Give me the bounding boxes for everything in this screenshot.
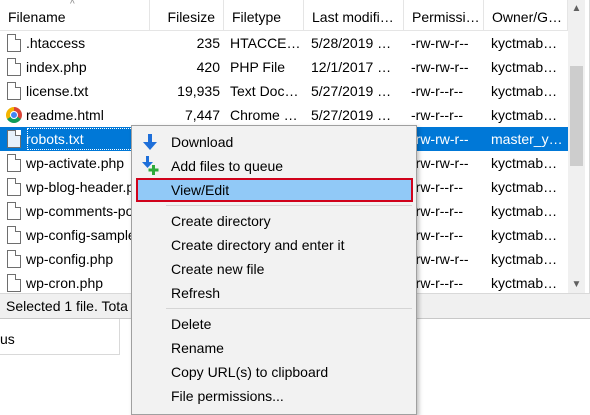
download-icon: [143, 134, 157, 150]
column-header-owner-group[interactable]: Owner/G…: [484, 0, 568, 31]
menu-item-label: Create new file: [171, 261, 265, 277]
menu-item-label: Rename: [171, 340, 224, 356]
file-permissions: -rw-r--r--: [411, 83, 464, 99]
scrollbar-thumb[interactable]: [570, 66, 583, 166]
menu-item-label: File permissions...: [171, 388, 284, 404]
menu-item-label: Add files to queue: [171, 158, 284, 174]
file-icon: [7, 202, 21, 220]
file-list-header: Filename ^ Filesize Filetype Last modifi……: [0, 0, 568, 31]
menu-item-label: Copy URL(s) to clipboard: [171, 364, 329, 380]
file-permissions: -rw-rw-r--: [411, 251, 469, 267]
column-header-filename[interactable]: Filename ^: [0, 0, 150, 31]
file-modified: 12/1/2017 …: [311, 59, 392, 75]
file-permissions: -rw-rw-r--: [411, 155, 469, 171]
context-menu: Download Add files to queue View/Edit Creat…: [131, 125, 417, 415]
menu-item-delete[interactable]: Delete: [135, 312, 413, 336]
column-header-filename-label: Filename: [8, 9, 66, 25]
column-header-filetype[interactable]: Filetype: [224, 0, 304, 31]
file-permissions: -rw-r--r--: [411, 227, 464, 243]
file-row[interactable]: .htaccess 235 HTACCE… 5/28/2019 … -rw-rw-r--…: [0, 31, 568, 55]
file-owner: master_y…: [491, 131, 563, 147]
file-permissions: -rw-r--r--: [411, 203, 464, 219]
file-modified: 5/27/2019 …: [311, 83, 392, 99]
file-type: HTACCE…: [230, 35, 301, 51]
file-row[interactable]: readme.html 7,447 Chrome … 5/27/2019 … -rw-r…: [0, 103, 568, 127]
scroll-up-arrow-icon[interactable]: ▲: [568, 0, 585, 17]
file-icon: [7, 34, 21, 52]
menu-item-label: Delete: [171, 316, 212, 332]
menu-item-copy-url-s-to-clipboard[interactable]: Copy URL(s) to clipboard: [135, 360, 413, 384]
file-permissions: -rw-rw-r--: [411, 131, 469, 147]
menu-item-label: Create directory: [171, 213, 271, 229]
menu-item-rename[interactable]: Rename: [135, 336, 413, 360]
file-row[interactable]: index.php 420 PHP File 12/1/2017 … -rw-rw-r-…: [0, 55, 568, 79]
file-icon: [7, 58, 21, 76]
menu-item-download[interactable]: Download: [135, 130, 413, 154]
file-size: 235: [196, 35, 220, 51]
menu-item-refresh[interactable]: Refresh: [135, 281, 413, 305]
file-type: PHP File: [230, 59, 285, 75]
file-name: .htaccess: [26, 35, 86, 51]
status-text: Selected 1 file. Tota: [6, 298, 128, 314]
file-row[interactable]: license.txt 19,935 Text Doc… 5/27/2019 … -rw…: [0, 79, 568, 103]
file-owner: kyctmab…: [491, 227, 558, 243]
chrome-icon: [6, 107, 22, 123]
file-size: 19,935: [177, 83, 220, 99]
queue-status-text: us: [0, 331, 15, 347]
file-permissions: -rw-rw-r--: [411, 59, 469, 75]
file-icon: [7, 226, 21, 244]
file-owner: kyctmab…: [491, 107, 558, 123]
menu-item-label: View/Edit: [171, 182, 230, 198]
queue-column-cell: us: [0, 319, 120, 355]
file-owner: kyctmab…: [491, 35, 558, 51]
file-permissions: -rw-r--r--: [411, 275, 464, 291]
menu-item-label: Refresh: [171, 285, 221, 301]
menu-item-add-files-to-queue[interactable]: Add files to queue: [135, 154, 413, 178]
file-type: Chrome …: [230, 107, 298, 123]
menu-item-create-directory-and-enter-it[interactable]: Create directory and enter it: [135, 233, 413, 257]
file-type: Text Doc…: [230, 83, 299, 99]
file-name: index.php: [26, 59, 87, 75]
column-header-last-modified[interactable]: Last modifi…: [304, 0, 404, 31]
menu-item-file-permissions[interactable]: File permissions...: [135, 384, 413, 408]
file-permissions: -rw-r--r--: [411, 179, 464, 195]
add-to-queue-icon: [142, 156, 159, 175]
column-header-filesize[interactable]: Filesize: [150, 0, 224, 31]
menu-item-create-new-file[interactable]: Create new file: [135, 257, 413, 281]
vertical-scrollbar[interactable]: ▲ ▼: [568, 0, 585, 293]
file-modified: 5/28/2019 …: [311, 35, 392, 51]
file-size: 420: [196, 59, 220, 75]
menu-separator: [166, 308, 412, 309]
file-icon: [7, 274, 21, 292]
menu-item-label: Create directory and enter it: [171, 237, 345, 253]
file-icon: [7, 130, 21, 148]
file-icon: [7, 82, 21, 100]
file-icon: [7, 154, 21, 172]
sort-ascending-icon: ^: [70, 0, 75, 10]
file-owner: kyctmab…: [491, 59, 558, 75]
file-permissions: -rw-rw-r--: [411, 35, 469, 51]
file-icon: [7, 250, 21, 268]
file-name: license.txt: [26, 83, 89, 99]
file-owner: kyctmab…: [491, 155, 558, 171]
file-owner: kyctmab…: [491, 251, 558, 267]
file-size: 7,447: [184, 107, 220, 123]
file-icon: [7, 178, 21, 196]
scroll-down-arrow-icon[interactable]: ▼: [568, 276, 585, 293]
file-owner: kyctmab…: [491, 83, 558, 99]
file-modified: 5/27/2019 …: [311, 107, 392, 123]
menu-item-view-edit[interactable]: View/Edit: [136, 178, 413, 202]
file-owner: kyctmab…: [491, 275, 558, 291]
file-owner: kyctmab…: [491, 203, 558, 219]
menu-item-label: Download: [171, 134, 234, 150]
file-permissions: -rw-r--r--: [411, 107, 464, 123]
file-name: readme.html: [26, 107, 104, 123]
column-header-permissions[interactable]: Permissi…: [404, 0, 484, 31]
menu-separator: [166, 205, 412, 206]
file-owner: kyctmab…: [491, 179, 558, 195]
menu-item-create-directory[interactable]: Create directory: [135, 209, 413, 233]
